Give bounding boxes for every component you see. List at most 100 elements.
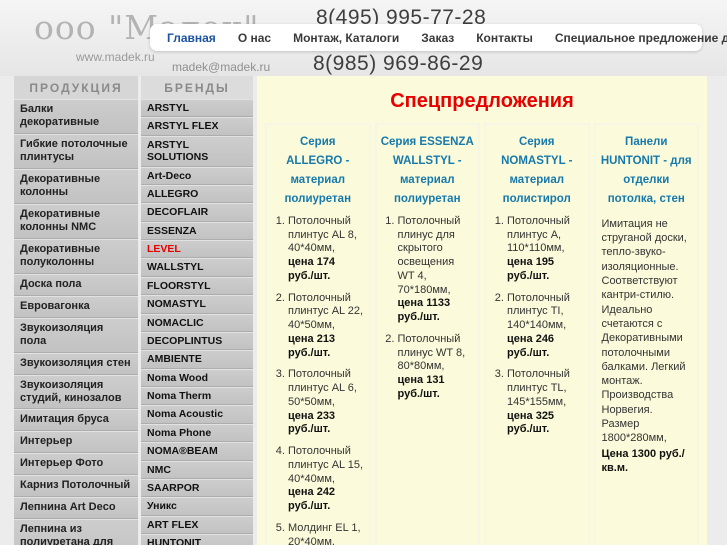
nav-tab[interactable]: О нас bbox=[227, 31, 282, 45]
offer-item-price: цена 213 руб./шт. bbox=[288, 332, 336, 359]
brands-list: ARSTYL ARSTYL FLEX ARSTYL SOLUTIONS Art-… bbox=[141, 99, 253, 545]
offer-item: Потолочный плинтус TI, 140*140мм, цена 2… bbox=[507, 292, 583, 361]
main-navigation: Главная О нас Монтаж, Каталоги Заказ Кон… bbox=[150, 24, 727, 51]
offer-heading: Серия ESSENZA WALLSTYL - материал полиур… bbox=[380, 136, 474, 205]
brand-link[interactable]: Noma Phone bbox=[141, 423, 253, 443]
brand-link[interactable]: DECOPLINTUS bbox=[141, 331, 253, 351]
brand-link[interactable]: NOMA®BEAM bbox=[141, 442, 253, 461]
product-category-link[interactable]: Гибкие потолочные плинтусы bbox=[14, 133, 138, 169]
product-category-link[interactable]: Доска пола bbox=[14, 273, 138, 296]
offer-item-price: цена 131 руб./шт. bbox=[397, 374, 445, 400]
product-category-link[interactable]: Декоративные колонны bbox=[14, 168, 138, 204]
brand-link[interactable]: NOMACLIC bbox=[141, 313, 253, 332]
brand-link[interactable]: ARSTYL FLEX bbox=[141, 117, 253, 136]
page-title: Спецпредложения bbox=[390, 90, 574, 112]
offer-item-text: Потолочный плинтус TL, 145*155мм, bbox=[507, 368, 570, 408]
offer-item: Потолочный плинтус AL 8, 40*40мм, цена 1… bbox=[288, 215, 364, 284]
page: ооо "Мадек" www.madek.ru 8(495) 995-77-2… bbox=[0, 0, 727, 545]
nav-tab[interactable]: Монтаж, Каталоги bbox=[282, 31, 410, 45]
offer-list: Потолочный плинтус AL 8, 40*40мм, цена 1… bbox=[270, 215, 366, 545]
offer-list: Потолочный плинус для скрытого освещения… bbox=[380, 215, 476, 402]
offer-item-text: Потолочный плинтус А, 110*110мм, bbox=[507, 214, 570, 255]
brand-link[interactable]: Noma Acoustic bbox=[141, 405, 253, 424]
offer-item-price: цена 246 руб./шт. bbox=[507, 332, 555, 359]
offer-paragraph: Имитация не струганой доски, тепло-звуко… bbox=[602, 217, 692, 475]
product-category-link[interactable]: Звукоизоляция студий, кинозалов bbox=[14, 374, 138, 410]
product-category-link[interactable]: Звукоизоляция стен bbox=[14, 352, 138, 375]
brand-link[interactable]: ART FLEX bbox=[141, 515, 253, 534]
offer-item-price: цена 174 руб./шт. bbox=[288, 256, 336, 282]
nav-tab[interactable]: Специальное предложение для... bbox=[544, 31, 727, 45]
offer-item: Потолочный плинус для скрытого освещения… bbox=[398, 215, 474, 325]
brands-sidebar: БРЕНДЫ ARSTYL ARSTYL FLEX ARSTYL SOLUTIO… bbox=[141, 76, 253, 545]
product-category-link[interactable]: Интерьер Фото bbox=[14, 453, 138, 476]
offer-card: Серия NOMASTYL - материал полистирол Пото… bbox=[484, 123, 590, 545]
brand-link[interactable]: ARSTYL bbox=[141, 99, 253, 118]
offer-item-text: Потолочный плинтус TI, 140*140мм, bbox=[507, 291, 570, 332]
offer-item-price: цена 195 руб./шт. bbox=[507, 256, 555, 282]
offer-heading: Панели HUNTONIT - для отделки потолка, с… bbox=[600, 136, 692, 205]
products-list: Балки декоративные Гибкие потолочные пли… bbox=[14, 99, 138, 545]
brand-link[interactable]: ALLEGRO bbox=[141, 184, 253, 204]
brand-link[interactable]: WALLSTYL bbox=[141, 258, 253, 277]
header: ооо "Мадек" www.madek.ru 8(495) 995-77-2… bbox=[0, 0, 727, 76]
offer-item-text: Потолочный плинус WT 8, 80*80мм, bbox=[397, 332, 466, 373]
offer-item: Потолочный плинтус А, 110*110мм, цена 19… bbox=[507, 215, 583, 284]
offer-card: Серия ESSENZA WALLSTYL - материал полиур… bbox=[374, 123, 480, 545]
brand-link[interactable]: ESSENZA bbox=[141, 221, 253, 240]
brand-link[interactable]: Уникс bbox=[141, 497, 253, 516]
nav-tab[interactable]: Главная bbox=[156, 31, 227, 45]
offer-item: Потолочный плинтус AL 15, 40*40мм, цена … bbox=[288, 445, 364, 514]
nav-tab[interactable]: Контакты bbox=[465, 31, 544, 45]
product-category-link[interactable]: Лепнина из полиуретана для подсветки bbox=[14, 519, 138, 545]
brand-link[interactable]: LEVEL bbox=[141, 240, 253, 259]
email-text: madek@madek.ru bbox=[172, 60, 271, 74]
offer-card: Панели HUNTONIT - для отделки потолка, с… bbox=[593, 123, 699, 545]
brand-link[interactable]: Noma Wood bbox=[141, 368, 253, 387]
brand-link[interactable]: DECOFLAIR bbox=[141, 203, 253, 222]
brand-link[interactable]: Noma Therm bbox=[141, 387, 253, 406]
brand-link[interactable]: Art-Deco bbox=[141, 166, 253, 185]
offer-item-text: Потолочный плинтус AL 6, 50*50мм, bbox=[288, 368, 357, 408]
brand-link[interactable]: ARSTYL SOLUTIONS bbox=[141, 135, 253, 167]
products-sidebar: ПРОДУКЦИЯ Балки декоративные Гибкие пото… bbox=[14, 76, 138, 545]
brand-link[interactable]: NMC bbox=[141, 460, 253, 479]
offer-item-text: Молдинг EL 1, 20*40мм, bbox=[288, 521, 361, 545]
offer-item-price: цена 325 руб./шт. bbox=[507, 409, 555, 436]
product-category-link[interactable]: Балки декоративные bbox=[14, 99, 138, 134]
nav-tab[interactable]: Заказ bbox=[410, 31, 465, 45]
offer-item-text: Потолочный плинтус AL 22, 40*50мм, bbox=[288, 291, 364, 332]
product-category-link[interactable]: Звукоизоляция пола bbox=[14, 317, 138, 353]
offer-item-price: цена 242 руб./шт. bbox=[288, 486, 336, 513]
offer-card: Серия ALLEGRO - материал полиуретан Потол… bbox=[265, 123, 371, 545]
offer-item-text: Потолочный плинтус AL 8, 40*40мм, bbox=[288, 214, 357, 255]
logo-site-url: www.madek.ru bbox=[76, 50, 155, 64]
offer-item: Молдинг EL 1, 20*40мм, цена 131 руб./шт. bbox=[288, 522, 364, 545]
brand-link[interactable]: NOMASTYL bbox=[141, 295, 253, 314]
offer-paragraph-price: Цена 1300 руб./кв.м. bbox=[601, 447, 685, 474]
product-category-link[interactable]: Имитация бруса bbox=[14, 409, 138, 432]
offer-item: Потолочный плинус WT 8, 80*80мм, цена 13… bbox=[398, 333, 474, 402]
offer-list: Потолочный плинтус А, 110*110мм, цена 19… bbox=[489, 215, 585, 437]
brand-link[interactable]: FLOORSTYL bbox=[141, 276, 253, 296]
product-category-link[interactable]: Декоративные колонны NMC bbox=[14, 203, 138, 239]
products-sidebar-title: ПРОДУКЦИЯ bbox=[14, 76, 138, 99]
offers-row: Серия ALLEGRO - материал полиуретан Потол… bbox=[263, 123, 701, 545]
product-category-link[interactable]: Евровагонка bbox=[14, 295, 138, 318]
brand-link[interactable]: AMBIENTE bbox=[141, 350, 253, 369]
content-area: Спецпредложения Серия ALLEGRO - материал… bbox=[257, 76, 707, 545]
product-category-link[interactable]: Карниз Потолочный bbox=[14, 475, 138, 498]
offer-item-text: Потолочный плинтус AL 15, 40*40мм, bbox=[288, 445, 364, 485]
phone-secondary: 8(985) 969-86-29 bbox=[313, 52, 484, 75]
offer-heading: Серия ALLEGRO - материал полиуретан bbox=[284, 136, 352, 205]
product-category-link[interactable]: Интерьер bbox=[14, 431, 138, 454]
product-category-link[interactable]: Декоративные полуколонны bbox=[14, 238, 138, 274]
brands-sidebar-title: БРЕНДЫ bbox=[141, 76, 253, 99]
brand-link[interactable]: SAARPOR bbox=[141, 478, 253, 498]
offer-item: Потолочный плинтус AL 22, 40*50мм, цена … bbox=[288, 292, 364, 361]
offer-item: Потолочный плинтус TL, 145*155мм, цена 3… bbox=[507, 368, 583, 437]
brand-link[interactable]: HUNTONIT bbox=[141, 534, 253, 545]
product-category-link[interactable]: Лепнина Art Deco bbox=[14, 497, 138, 520]
offer-item-price: цена 233 руб./шт. bbox=[288, 409, 336, 436]
offer-item-price: цена 1133 руб./шт. bbox=[397, 297, 451, 324]
